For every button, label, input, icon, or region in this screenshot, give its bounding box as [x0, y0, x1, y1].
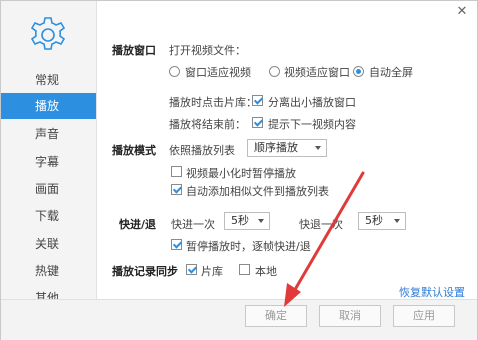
seek-heading: 快进/退 [119, 218, 157, 231]
checkbox-frame-step-when-paused[interactable] [171, 239, 182, 250]
checkbox-next-video-hint[interactable] [252, 117, 263, 128]
checkbox-pause-when-minimized-label: 视频最小化时暂停播放 [186, 167, 296, 180]
settings-window: 常规 播放 声音 字幕 画面 下载 关联 热键 其他 ✕ 播放窗口 打开视频文件… [0, 0, 478, 340]
checkbox-pause-when-minimized[interactable] [171, 166, 182, 177]
sidebar-item-subtitle[interactable]: 字幕 [1, 149, 96, 175]
chevron-down-icon [315, 146, 321, 150]
checkbox-sync-local[interactable] [239, 264, 250, 275]
library-click-label: 播放时点击片库： [169, 96, 257, 109]
sidebar-item-hotkey[interactable]: 热键 [1, 258, 96, 284]
close-icon[interactable]: ✕ [455, 5, 469, 19]
checkbox-sync-local-label: 本地 [255, 265, 277, 278]
play-order-value: 顺序播放 [254, 141, 298, 154]
radio-video-fit-window-label: 视频适应窗口 [284, 66, 350, 79]
radio-auto-fullscreen[interactable] [353, 66, 364, 77]
open-file-label: 打开视频文件： [169, 44, 246, 57]
play-mode-heading: 播放模式 [112, 144, 156, 157]
radio-window-fit-video[interactable] [169, 66, 180, 77]
forward-step-value: 5秒 [231, 214, 249, 227]
checkbox-auto-add-similar-label: 自动添加相似文件到播放列表 [186, 185, 329, 198]
chevron-down-icon [258, 219, 264, 223]
sidebar-item-playback[interactable]: 播放 [1, 93, 96, 119]
sidebar-item-association[interactable]: 关联 [1, 231, 96, 257]
backward-step-value: 5秒 [365, 214, 383, 227]
checkbox-sync-library[interactable] [186, 264, 197, 275]
radio-window-fit-video-label: 窗口适应视频 [185, 66, 251, 79]
sidebar-item-download[interactable]: 下载 [1, 203, 96, 229]
apply-button[interactable]: 应用 [393, 305, 455, 327]
play-order-label: 依照播放列表 [169, 144, 235, 157]
ok-button[interactable]: 确定 [245, 305, 307, 327]
checkbox-frame-step-when-paused-label: 暂停播放时，逐帧快进/退 [186, 240, 311, 253]
backward-label: 快退一次 [299, 218, 343, 231]
sidebar-item-sound[interactable]: 声音 [1, 121, 96, 147]
playback-window-heading: 播放窗口 [112, 44, 156, 57]
settings-sidebar: 常规 播放 声音 字幕 画面 下载 关联 热键 其他 [1, 1, 97, 311]
backward-step-select[interactable]: 5秒 [358, 212, 406, 230]
forward-label: 快进一次 [171, 218, 215, 231]
checkbox-separate-window-label: 分离出小播放窗口 [268, 96, 356, 109]
sync-heading: 播放记录同步 [112, 265, 178, 278]
checkbox-separate-window[interactable] [252, 95, 263, 106]
checkbox-auto-add-similar[interactable] [171, 184, 182, 195]
checkbox-sync-library-label: 片库 [201, 265, 223, 278]
radio-video-fit-window[interactable] [269, 66, 280, 77]
settings-gear-icon [30, 17, 66, 50]
sidebar-item-picture[interactable]: 画面 [1, 176, 96, 202]
forward-step-select[interactable]: 5秒 [224, 212, 270, 230]
cancel-button[interactable]: 取消 [319, 305, 381, 327]
sidebar-item-general[interactable]: 常规 [1, 67, 96, 93]
end-playback-label: 播放将结束前： [169, 118, 246, 131]
chevron-down-icon [394, 219, 400, 223]
checkbox-next-video-hint-label: 提示下一视频内容 [268, 118, 356, 131]
restore-defaults-link[interactable]: 恢复默认设置 [399, 284, 465, 300]
play-order-select[interactable]: 顺序播放 [247, 139, 327, 157]
radio-auto-fullscreen-label: 自动全屏 [369, 66, 413, 79]
